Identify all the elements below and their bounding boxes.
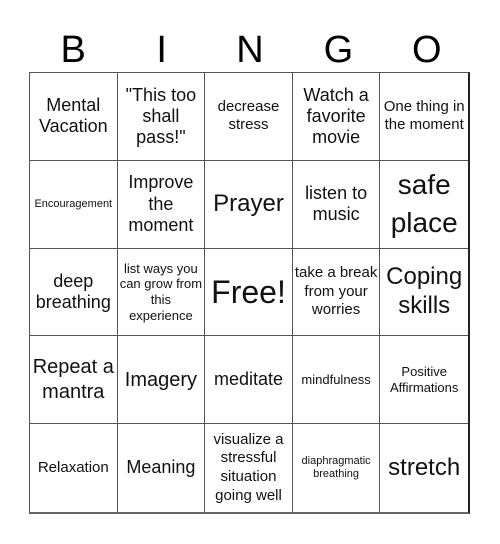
bingo-cell[interactable]: stretch bbox=[380, 424, 468, 512]
free-space-cell[interactable]: Free! bbox=[205, 248, 293, 337]
header-letter-i: I bbox=[156, 29, 167, 71]
bingo-cell[interactable]: Positive Affirmations bbox=[380, 336, 468, 425]
header-letter-g: G bbox=[323, 29, 354, 71]
bingo-cell[interactable]: take a break from your worries bbox=[292, 248, 381, 337]
bingo-cell[interactable]: decrease stress bbox=[205, 73, 293, 161]
bingo-cell[interactable]: Mental Vacation bbox=[30, 73, 118, 161]
bingo-cell[interactable]: safe place bbox=[380, 161, 468, 249]
bingo-cell[interactable]: listen to music bbox=[292, 160, 381, 249]
bingo-cell[interactable]: Watch a favorite movie bbox=[292, 73, 381, 161]
bingo-cell[interactable]: meditate bbox=[205, 336, 293, 425]
bingo-cell[interactable]: list ways you can grow from this experie… bbox=[117, 248, 206, 337]
bingo-cell[interactable]: Repeat a mantra bbox=[30, 336, 118, 425]
bingo-grid: Mental Vacation "This too shall pass!" d… bbox=[29, 72, 470, 514]
bingo-cell[interactable]: Coping skills bbox=[380, 249, 468, 337]
bingo-cell[interactable]: Improve the moment bbox=[117, 160, 206, 249]
header-letter-b: B bbox=[60, 29, 86, 71]
bingo-cell[interactable]: Prayer bbox=[205, 160, 293, 249]
bingo-cell[interactable]: diaphragmatic breathing bbox=[293, 424, 381, 512]
header-letter-n: N bbox=[236, 29, 264, 71]
bingo-cell[interactable]: Encouragement bbox=[30, 160, 118, 249]
bingo-cell[interactable]: deep breathing bbox=[30, 248, 118, 337]
bingo-cell[interactable]: Relaxation bbox=[30, 424, 118, 512]
header-letter-o: O bbox=[412, 29, 442, 71]
bingo-cell[interactable]: mindfulness bbox=[292, 336, 381, 425]
bingo-cell[interactable]: Meaning bbox=[118, 424, 206, 512]
bingo-cell[interactable]: One thing in the moment bbox=[380, 73, 468, 161]
bingo-cell[interactable]: visualize a stressful situation going we… bbox=[205, 424, 293, 512]
bingo-cell[interactable]: Imagery bbox=[117, 336, 206, 425]
bingo-cell[interactable]: "This too shall pass!" bbox=[117, 73, 206, 161]
bingo-header: B I N G O bbox=[29, 28, 471, 72]
